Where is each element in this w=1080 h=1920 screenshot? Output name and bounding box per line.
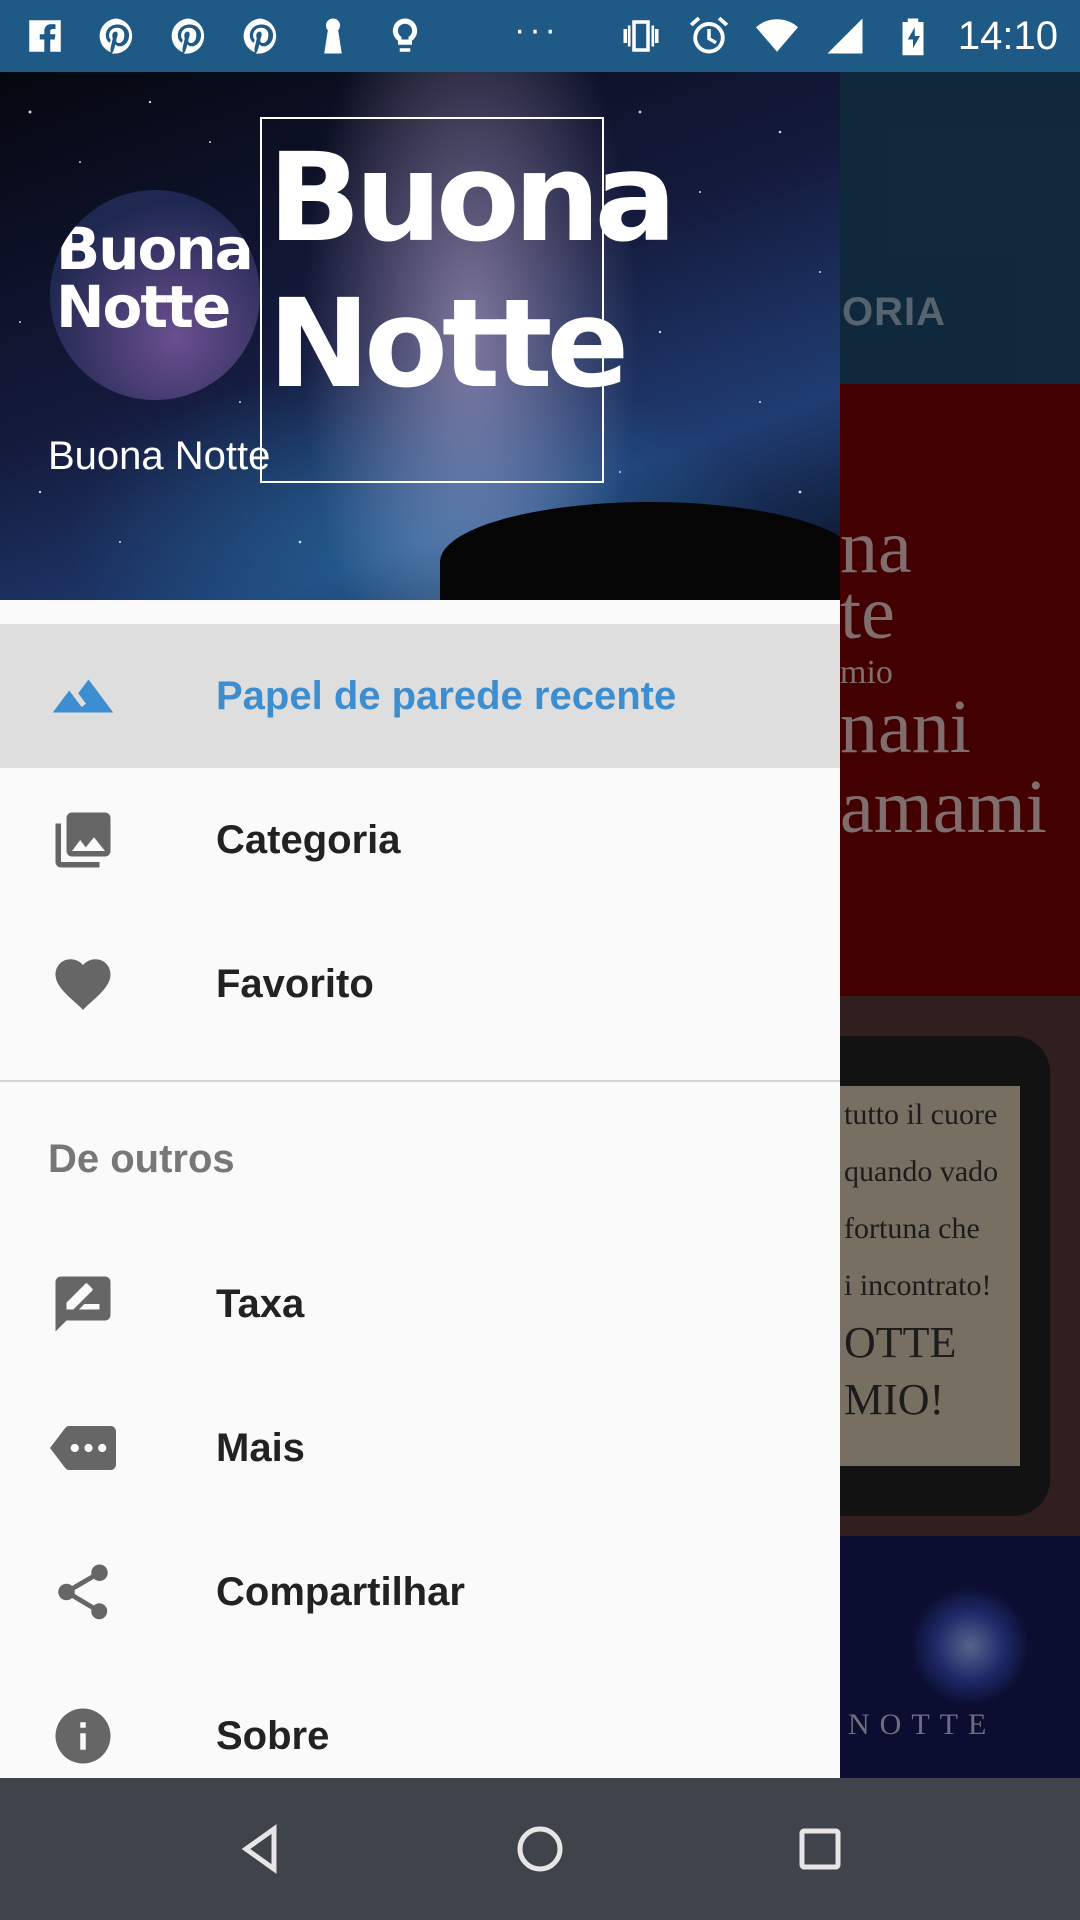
recents-square-icon xyxy=(799,1828,841,1870)
pinterest-icon xyxy=(238,13,284,59)
facebook-icon xyxy=(22,13,68,59)
notification-icons: ··· xyxy=(22,10,560,59)
menu-item-more[interactable]: Mais xyxy=(0,1376,840,1520)
drawer-header: Buona Notte Buona Notte Buona Notte xyxy=(0,72,840,600)
menu-item-share[interactable]: Compartilhar xyxy=(0,1520,840,1664)
menu-item-label: Mais xyxy=(216,1425,305,1470)
back-button[interactable] xyxy=(220,1809,300,1889)
battery-charging-icon xyxy=(890,13,936,59)
clock: 14:10 xyxy=(957,13,1058,58)
pinterest-icon xyxy=(94,13,140,59)
rate-review-icon xyxy=(48,1269,118,1339)
logo-line: Notte xyxy=(268,273,629,416)
menu-item-label: Taxa xyxy=(216,1281,305,1326)
system-nav-bar xyxy=(0,1778,1080,1920)
landscape-icon xyxy=(48,661,118,731)
more-tag-icon xyxy=(48,1413,118,1483)
menu-item-about[interactable]: Sobre xyxy=(0,1664,840,1778)
menu-item-rate[interactable]: Taxa xyxy=(0,1232,840,1376)
wifi-icon xyxy=(754,13,800,59)
home-button[interactable] xyxy=(500,1809,580,1889)
logo-line: Buona xyxy=(56,215,254,283)
pinterest-icon xyxy=(166,13,212,59)
alarm-icon xyxy=(686,13,732,59)
share-icon xyxy=(48,1557,118,1627)
menu-item-label: Sobre xyxy=(216,1713,330,1758)
logo-line: Buona xyxy=(268,127,677,269)
menu-item-category[interactable]: Categoria xyxy=(0,768,840,912)
logo-line: Notte xyxy=(56,273,231,341)
keyhole-icon xyxy=(310,13,356,59)
recents-button[interactable] xyxy=(780,1809,860,1889)
signal-icon xyxy=(822,13,868,59)
app-logo: Buona Notte xyxy=(260,117,677,483)
menu-item-label: Compartilhar xyxy=(216,1569,465,1614)
avatar[interactable]: Buona Notte xyxy=(50,190,260,400)
drawer-menu: Papel de parede recente Categoria Favori… xyxy=(0,624,840,1778)
menu-item-label: Favorito xyxy=(216,961,374,1006)
home-circle-icon xyxy=(517,1826,563,1872)
menu-item-favorites[interactable]: Favorito xyxy=(0,912,840,1056)
navigation-drawer: Buona Notte Buona Notte Buona Notte Pape… xyxy=(0,72,840,1778)
heart-icon xyxy=(48,949,118,1019)
overflow-dots: ··· xyxy=(514,10,560,49)
header-title: Buona Notte xyxy=(48,434,271,478)
menu-item-label: Categoria xyxy=(216,817,401,862)
status-bar: ··· 14:10 xyxy=(0,0,1080,72)
section-title: De outros xyxy=(48,1136,235,1181)
info-icon xyxy=(48,1701,118,1771)
lightbulb-icon xyxy=(382,13,428,59)
menu-item-recent-wallpapers[interactable]: Papel de parede recente xyxy=(0,624,840,768)
vibrate-icon xyxy=(618,13,664,59)
avatar-logo: Buona Notte xyxy=(56,215,254,341)
menu-item-label: Papel de parede recente xyxy=(216,673,677,718)
back-triangle-icon xyxy=(241,1824,277,1874)
photo-library-icon xyxy=(48,805,118,875)
